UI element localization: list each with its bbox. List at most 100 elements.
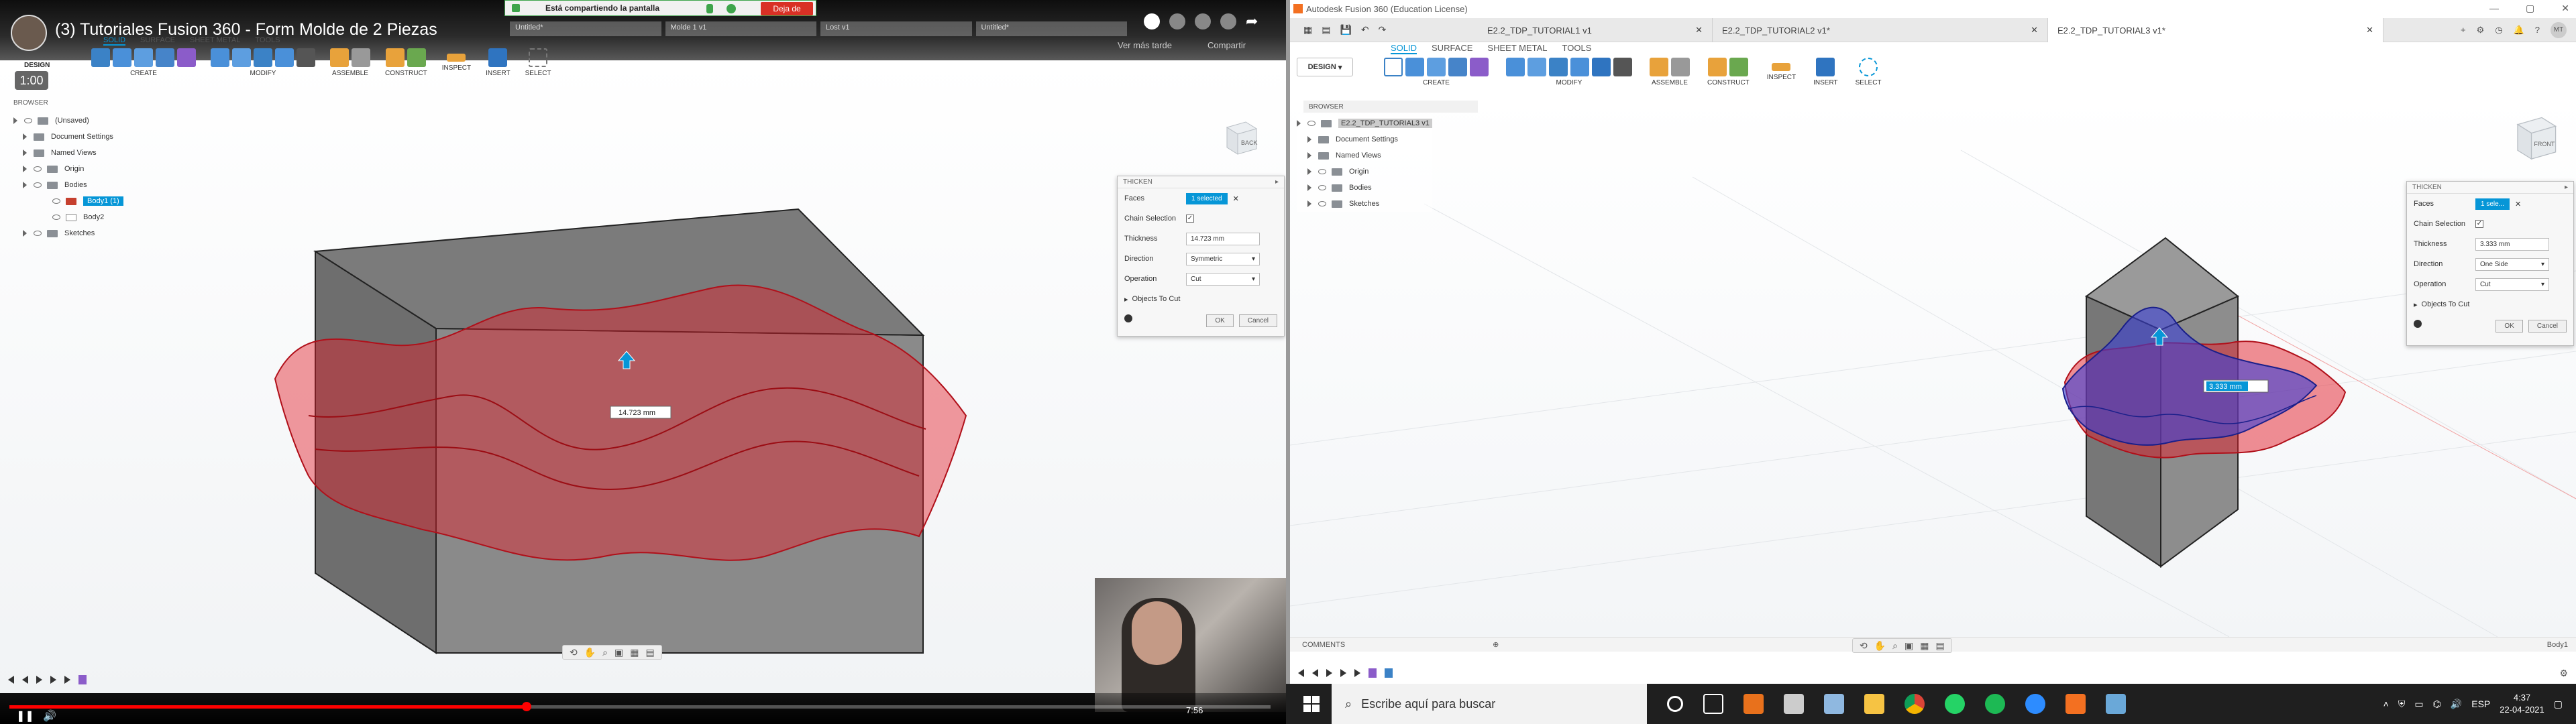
volume-icon[interactable]: 🔊: [2451, 699, 2462, 710]
tab-sheet-metal[interactable]: SHEET METAL: [1487, 43, 1547, 54]
grid-icon[interactable]: ▦: [1920, 640, 1929, 652]
3d-model-right[interactable]: 3.333 mm: [2061, 228, 2397, 577]
chrome-icon[interactable]: [1904, 694, 1925, 714]
tree-item-sketches[interactable]: Sketches: [13, 225, 123, 241]
clock-icon[interactable]: [1144, 13, 1160, 29]
notification-center-icon[interactable]: ▢: [2554, 699, 2563, 710]
display-settings-icon[interactable]: ▣: [614, 647, 623, 658]
step-back-icon[interactable]: [1312, 669, 1318, 677]
pan-icon[interactable]: ✋: [584, 647, 596, 658]
comments-label[interactable]: COMMENTS: [1302, 641, 1345, 649]
tab-surface[interactable]: SURFACE: [1432, 43, 1472, 54]
clear-selection-icon[interactable]: ✕: [2515, 200, 2521, 208]
cancel-button[interactable]: Cancel: [2528, 320, 2567, 333]
visibility-icon[interactable]: [1318, 185, 1326, 190]
orbit-icon[interactable]: ⟲: [1860, 640, 1868, 652]
select-group[interactable]: SELECT: [1856, 58, 1882, 86]
expand-icon[interactable]: [23, 133, 27, 140]
form-icon[interactable]: [177, 48, 196, 67]
play-pause-icon[interactable]: ❚❚ 🔊: [16, 709, 56, 723]
press-pull-icon[interactable]: [211, 48, 229, 67]
grid-icon[interactable]: ▦: [630, 647, 639, 658]
operation-select[interactable]: Cut ▾: [1186, 272, 1260, 286]
inspect-group[interactable]: INSPECT: [442, 48, 471, 77]
tree-root[interactable]: (Unsaved): [13, 113, 123, 129]
document-tab[interactable]: E2.2_TDP_TUTORIAL2 v1* ✕: [1713, 18, 2048, 42]
measure-icon[interactable]: [447, 54, 466, 62]
joint-icon[interactable]: [330, 48, 349, 67]
share-arrow-icon[interactable]: ➦: [1246, 13, 1266, 29]
extrude-icon[interactable]: [1405, 58, 1424, 76]
sweep-icon[interactable]: [1448, 58, 1467, 76]
ok-button[interactable]: OK: [1206, 314, 1234, 327]
modify-group[interactable]: MODIFY: [1506, 58, 1632, 86]
tree-item-named-views[interactable]: Named Views: [1297, 147, 1432, 164]
ok-button[interactable]: OK: [2496, 320, 2523, 333]
inspect-group[interactable]: INSPECT: [1767, 58, 1796, 86]
assemble-group[interactable]: ASSEMBLE: [330, 48, 370, 77]
timeline-feature-icon[interactable]: [1368, 668, 1377, 678]
add-comment-icon[interactable]: ⊕: [1493, 640, 1499, 649]
direction-select[interactable]: One Side ▾: [2475, 257, 2549, 271]
chamfer-icon[interactable]: [254, 48, 272, 67]
form-icon[interactable]: [1470, 58, 1489, 76]
close-icon[interactable]: ✕: [2561, 3, 2569, 14]
info-icon[interactable]: [2414, 320, 2422, 328]
revolve-icon[interactable]: [134, 48, 153, 67]
as-built-joint-icon[interactable]: [352, 48, 370, 67]
new-component-icon[interactable]: [91, 48, 110, 67]
measure-icon[interactable]: [1772, 63, 1791, 71]
joint-icon[interactable]: [1671, 58, 1690, 76]
3d-model-left[interactable]: 14.723 mm: [255, 194, 1006, 664]
new-component-assemble-icon[interactable]: [1650, 58, 1668, 76]
new-component-icon[interactable]: [1384, 58, 1403, 76]
maximize-icon[interactable]: ▢: [2526, 3, 2534, 14]
shell-icon[interactable]: [1570, 58, 1589, 76]
tab-tools[interactable]: TOOLS: [255, 36, 280, 46]
data-panel-icon[interactable]: ▦: [1303, 24, 1312, 36]
expand-icon[interactable]: [23, 230, 27, 237]
help-icon[interactable]: ?: [2535, 25, 2540, 35]
orbit-icon[interactable]: ⟲: [570, 647, 578, 658]
thickness-input[interactable]: 14.723 mm: [1186, 232, 1260, 245]
mail-icon[interactable]: [1824, 694, 1844, 714]
chevron-up-icon[interactable]: ˄: [2383, 699, 2389, 709]
tree-item-sketches[interactable]: Sketches: [1297, 196, 1432, 212]
store-icon[interactable]: [1784, 694, 1804, 714]
chain-selection-checkbox[interactable]: ✓: [2475, 220, 2483, 228]
tab-sheet-metal[interactable]: SHEET METAL: [190, 36, 240, 46]
progress-handle[interactable]: [521, 702, 531, 711]
insert-group[interactable]: INSERT: [1813, 58, 1838, 86]
fillet-icon[interactable]: [1527, 58, 1546, 76]
document-tab[interactable]: E2.2_TDP_TUTORIAL1 v1 ✕: [1478, 18, 1713, 42]
network-icon[interactable]: ⌬: [2433, 699, 2441, 710]
expand-icon[interactable]: [1307, 200, 1311, 207]
more-icon[interactable]: [1220, 13, 1236, 29]
save-icon[interactable]: 💾: [1340, 24, 1351, 36]
expand-icon[interactable]: [1307, 136, 1311, 143]
spotify-icon[interactable]: [1985, 694, 2005, 714]
battery-icon[interactable]: ▭: [2414, 699, 2423, 710]
collapse-icon[interactable]: [23, 182, 27, 188]
create-group[interactable]: CREATE: [91, 48, 196, 77]
minimize-icon[interactable]: —: [2489, 3, 2499, 14]
visibility-icon[interactable]: [1307, 121, 1316, 126]
close-tab-icon[interactable]: ✕: [2366, 25, 2373, 36]
step-back-icon[interactable]: [22, 676, 28, 684]
channel-avatar[interactable]: [11, 15, 47, 51]
design-workspace-button[interactable]: DESIGN: [24, 62, 50, 69]
visibility-icon[interactable]: [52, 198, 60, 204]
camera-icon[interactable]: [727, 4, 736, 13]
extensions-icon[interactable]: ⚙: [2477, 25, 2485, 36]
zoom-app-icon[interactable]: [2025, 694, 2045, 714]
close-tab-icon[interactable]: ✕: [1695, 25, 1703, 36]
tree-item-origin[interactable]: Origin: [1297, 164, 1432, 180]
expand-icon[interactable]: [23, 149, 27, 156]
objects-to-cut-row[interactable]: ▸ Objects To Cut: [1118, 289, 1284, 309]
create-group[interactable]: CREATE: [1384, 58, 1489, 86]
expand-icon[interactable]: [1307, 168, 1311, 175]
offset-plane-icon[interactable]: [1708, 58, 1727, 76]
settings-icon[interactable]: [1195, 13, 1211, 29]
rewind-icon[interactable]: [8, 676, 14, 684]
axis-icon[interactable]: [1729, 58, 1749, 76]
